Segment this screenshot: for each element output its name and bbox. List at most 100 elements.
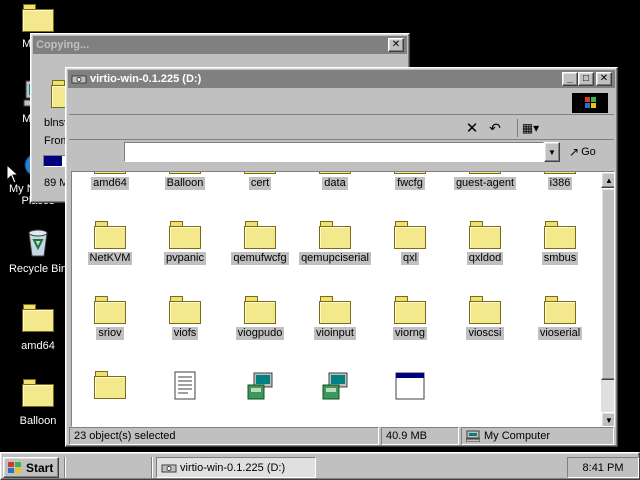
system-tray: 8:41 PM: [567, 457, 639, 478]
file-item[interactable]: [147, 371, 223, 401]
file-item[interactable]: qemufwcfg: [222, 221, 298, 265]
arrow-up-icon: ▲: [605, 175, 613, 185]
file-item-label: NetKVM: [87, 252, 133, 265]
address-dropdown-button[interactable]: ▼: [544, 142, 560, 162]
file-item[interactable]: [297, 371, 373, 401]
folder-icon: [394, 221, 426, 249]
text-file-icon: [174, 371, 196, 400]
file-item-label: i386: [547, 177, 573, 190]
close-button[interactable]: ✕: [596, 72, 612, 86]
undo-button[interactable]: ↶: [485, 119, 505, 137]
go-button[interactable]: ↗ Go: [569, 142, 609, 162]
maximize-button[interactable]: □: [578, 72, 594, 86]
folder-icon: [169, 296, 201, 324]
address-input[interactable]: [124, 142, 544, 162]
status-selection: 23 object(s) selected: [69, 427, 379, 445]
folder-icon: [22, 4, 54, 32]
file-item[interactable]: i386: [522, 172, 598, 190]
file-item[interactable]: viogpudo: [222, 296, 298, 340]
go-arrow-icon: ↗: [569, 145, 580, 159]
close-button[interactable]: ✕: [388, 38, 404, 52]
file-item-label: guest-agent: [453, 177, 517, 190]
folder-icon: [544, 172, 576, 174]
application-icon: [395, 372, 425, 400]
file-item[interactable]: guest-agent: [447, 172, 523, 190]
folder-icon: [469, 296, 501, 324]
file-item[interactable]: qxl: [372, 221, 448, 265]
folder-icon: [544, 221, 576, 249]
file-item[interactable]: amd64: [72, 172, 148, 190]
close-icon: ✕: [599, 73, 609, 84]
scroll-down-button[interactable]: ▼: [601, 412, 614, 426]
drive-icon: [71, 75, 87, 84]
file-item[interactable]: smbus: [522, 221, 598, 265]
windows-logo-icon: [8, 461, 21, 473]
scroll-thumb[interactable]: [601, 188, 614, 380]
window-title: virtio-win-0.1.225 (D:): [90, 73, 202, 85]
folder-icon: [169, 172, 201, 174]
chevron-down-icon: ▼: [548, 147, 556, 157]
file-item[interactable]: vioscsi: [447, 296, 523, 340]
delete-icon: ✕: [465, 120, 479, 137]
file-item[interactable]: [372, 371, 448, 401]
file-item[interactable]: vioserial: [522, 296, 598, 340]
file-item[interactable]: viofs: [147, 296, 223, 340]
file-item-label: sriov: [96, 327, 124, 340]
recycle-bin-icon: [28, 229, 48, 257]
folder-icon: [244, 221, 276, 249]
start-button[interactable]: Start: [3, 457, 59, 478]
copying-dialog-titlebar[interactable]: Copying... ✕: [33, 36, 407, 54]
delete-button[interactable]: ✕: [463, 119, 481, 137]
zone-label: My Computer: [484, 429, 551, 442]
clock[interactable]: 8:41 PM: [583, 462, 624, 474]
file-item[interactable]: Balloon: [147, 172, 223, 190]
file-item-label: pvpanic: [164, 252, 206, 265]
minimize-button[interactable]: _: [562, 72, 578, 86]
start-label: Start: [26, 460, 54, 475]
file-item-label: viofs: [171, 327, 199, 340]
file-item[interactable]: qxldod: [447, 221, 523, 265]
file-item-label: Balloon: [164, 177, 206, 190]
file-item[interactable]: cert: [222, 172, 298, 190]
quick-launch-separator: [64, 457, 66, 478]
folder-icon: [94, 221, 126, 249]
drive-icon: [161, 464, 177, 472]
views-button[interactable]: ▦▾: [517, 119, 543, 137]
file-item[interactable]: qemupciserial: [297, 221, 373, 265]
vertical-scrollbar[interactable]: ▲ ▼: [601, 172, 614, 426]
maximize-icon: □: [582, 73, 590, 84]
go-label: Go: [581, 146, 596, 158]
close-icon: ✕: [391, 39, 401, 50]
copy-progress-fill: [44, 156, 62, 166]
file-item[interactable]: NetKVM: [72, 221, 148, 265]
file-item[interactable]: viorng: [372, 296, 448, 340]
undo-icon: ↶: [489, 119, 501, 136]
explorer-window[interactable]: virtio-win-0.1.225 (D:) _ □ ✕ ✕ ↶ ▦▾ ▼ ↗…: [65, 67, 618, 447]
status-size: 40.9 MB: [381, 427, 459, 445]
file-item[interactable]: fwcfg: [372, 172, 448, 190]
folder-icon: [244, 296, 276, 324]
file-item[interactable]: sriov: [72, 296, 148, 340]
file-item-label: smbus: [541, 252, 579, 265]
minimize-icon: _: [567, 73, 573, 84]
taskbar-button-label: virtio-win-0.1.225 (D:): [180, 461, 286, 474]
scroll-up-button[interactable]: ▲: [601, 172, 614, 188]
folder-icon: [319, 296, 351, 324]
folder-icon: [394, 172, 426, 174]
file-item[interactable]: [222, 371, 298, 401]
file-item[interactable]: data: [297, 172, 373, 190]
file-list[interactable]: amd64 Balloon cert data fwcfg guest-agent i386…: [71, 171, 615, 427]
file-item-label: qemufwcfg: [231, 252, 289, 265]
arrow-down-icon: ▼: [605, 415, 613, 425]
file-item[interactable]: vioinput: [297, 296, 373, 340]
taskbar-button-explorer[interactable]: virtio-win-0.1.225 (D:): [156, 457, 316, 478]
file-item[interactable]: [72, 371, 148, 399]
folder-icon: [469, 221, 501, 249]
file-item[interactable]: pvpanic: [147, 221, 223, 265]
windows-logo-box: [572, 93, 608, 113]
file-item-label: qxldod: [466, 252, 504, 265]
file-item-label: qxl: [400, 252, 420, 265]
file-item-label: vioscsi: [466, 327, 504, 340]
explorer-titlebar[interactable]: virtio-win-0.1.225 (D:) _ □ ✕: [68, 70, 615, 88]
copy-progress-bar: [43, 155, 67, 167]
